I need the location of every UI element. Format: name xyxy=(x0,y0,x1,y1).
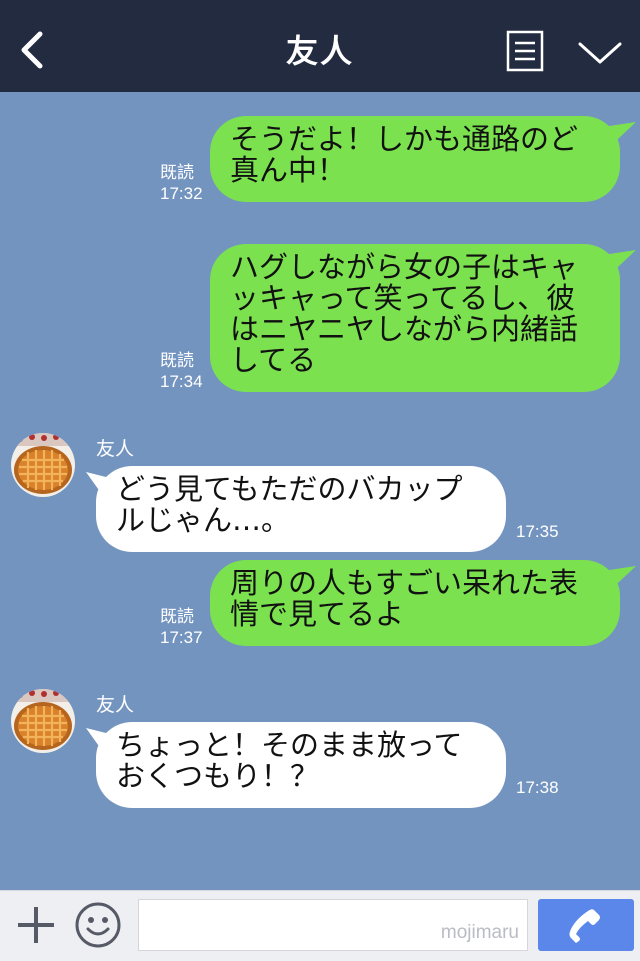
message-bubble[interactable]: ハグしながら女の子はキャ ッキャって笑ってるし、彼 はニヤニヤしながら内緒話 し… xyxy=(210,244,620,392)
message-meta: 既読 17:37 xyxy=(160,606,203,648)
message-meta: 既読 17:34 xyxy=(160,350,203,392)
input-bar: mojimaru xyxy=(0,890,640,961)
message-time: 17:37 xyxy=(160,628,203,647)
call-button[interactable] xyxy=(538,899,634,951)
message-input[interactable]: mojimaru xyxy=(138,899,528,951)
message-time: 17:35 xyxy=(516,522,559,541)
phone-icon xyxy=(569,909,600,943)
sender-name: 友人 xyxy=(96,438,135,460)
message-bubble[interactable]: 周りの人もすごい呆れた表 情で見てるよ xyxy=(210,560,620,646)
message-bubble[interactable]: そうだよ！しかも通路のど 真ん中！ xyxy=(210,116,620,202)
chat-area[interactable]: そうだよ！しかも通路のど 真ん中！ 既読 17:32 ハグしながら女の子はキャ … xyxy=(0,92,640,890)
sender-name: 友人 xyxy=(96,694,135,716)
friend-avatar[interactable] xyxy=(10,432,76,498)
message-bubble[interactable]: ちょっと！そのまま放って おくつもり！？ xyxy=(96,722,506,808)
chat-title: 友人 xyxy=(285,32,354,70)
watermark-text: mojimaru xyxy=(440,922,519,943)
message-time: 17:34 xyxy=(160,372,203,391)
note-list-icon[interactable] xyxy=(506,30,544,72)
message-time: 17:38 xyxy=(516,778,559,797)
read-status: 既読 xyxy=(160,163,194,182)
message-time: 17:32 xyxy=(160,184,203,203)
chat-header: 友人 xyxy=(0,0,640,92)
friend-avatar[interactable] xyxy=(10,688,76,754)
read-status: 既読 xyxy=(160,351,194,370)
message-bubble[interactable]: どう見てもただのバカップ ルじゃん…。 xyxy=(96,466,506,552)
plus-icon[interactable] xyxy=(14,903,58,947)
smiley-icon[interactable] xyxy=(74,901,122,949)
chevron-down-icon[interactable] xyxy=(576,38,624,68)
read-status: 既読 xyxy=(160,607,194,626)
message-meta: 既読 17:32 xyxy=(160,162,203,204)
